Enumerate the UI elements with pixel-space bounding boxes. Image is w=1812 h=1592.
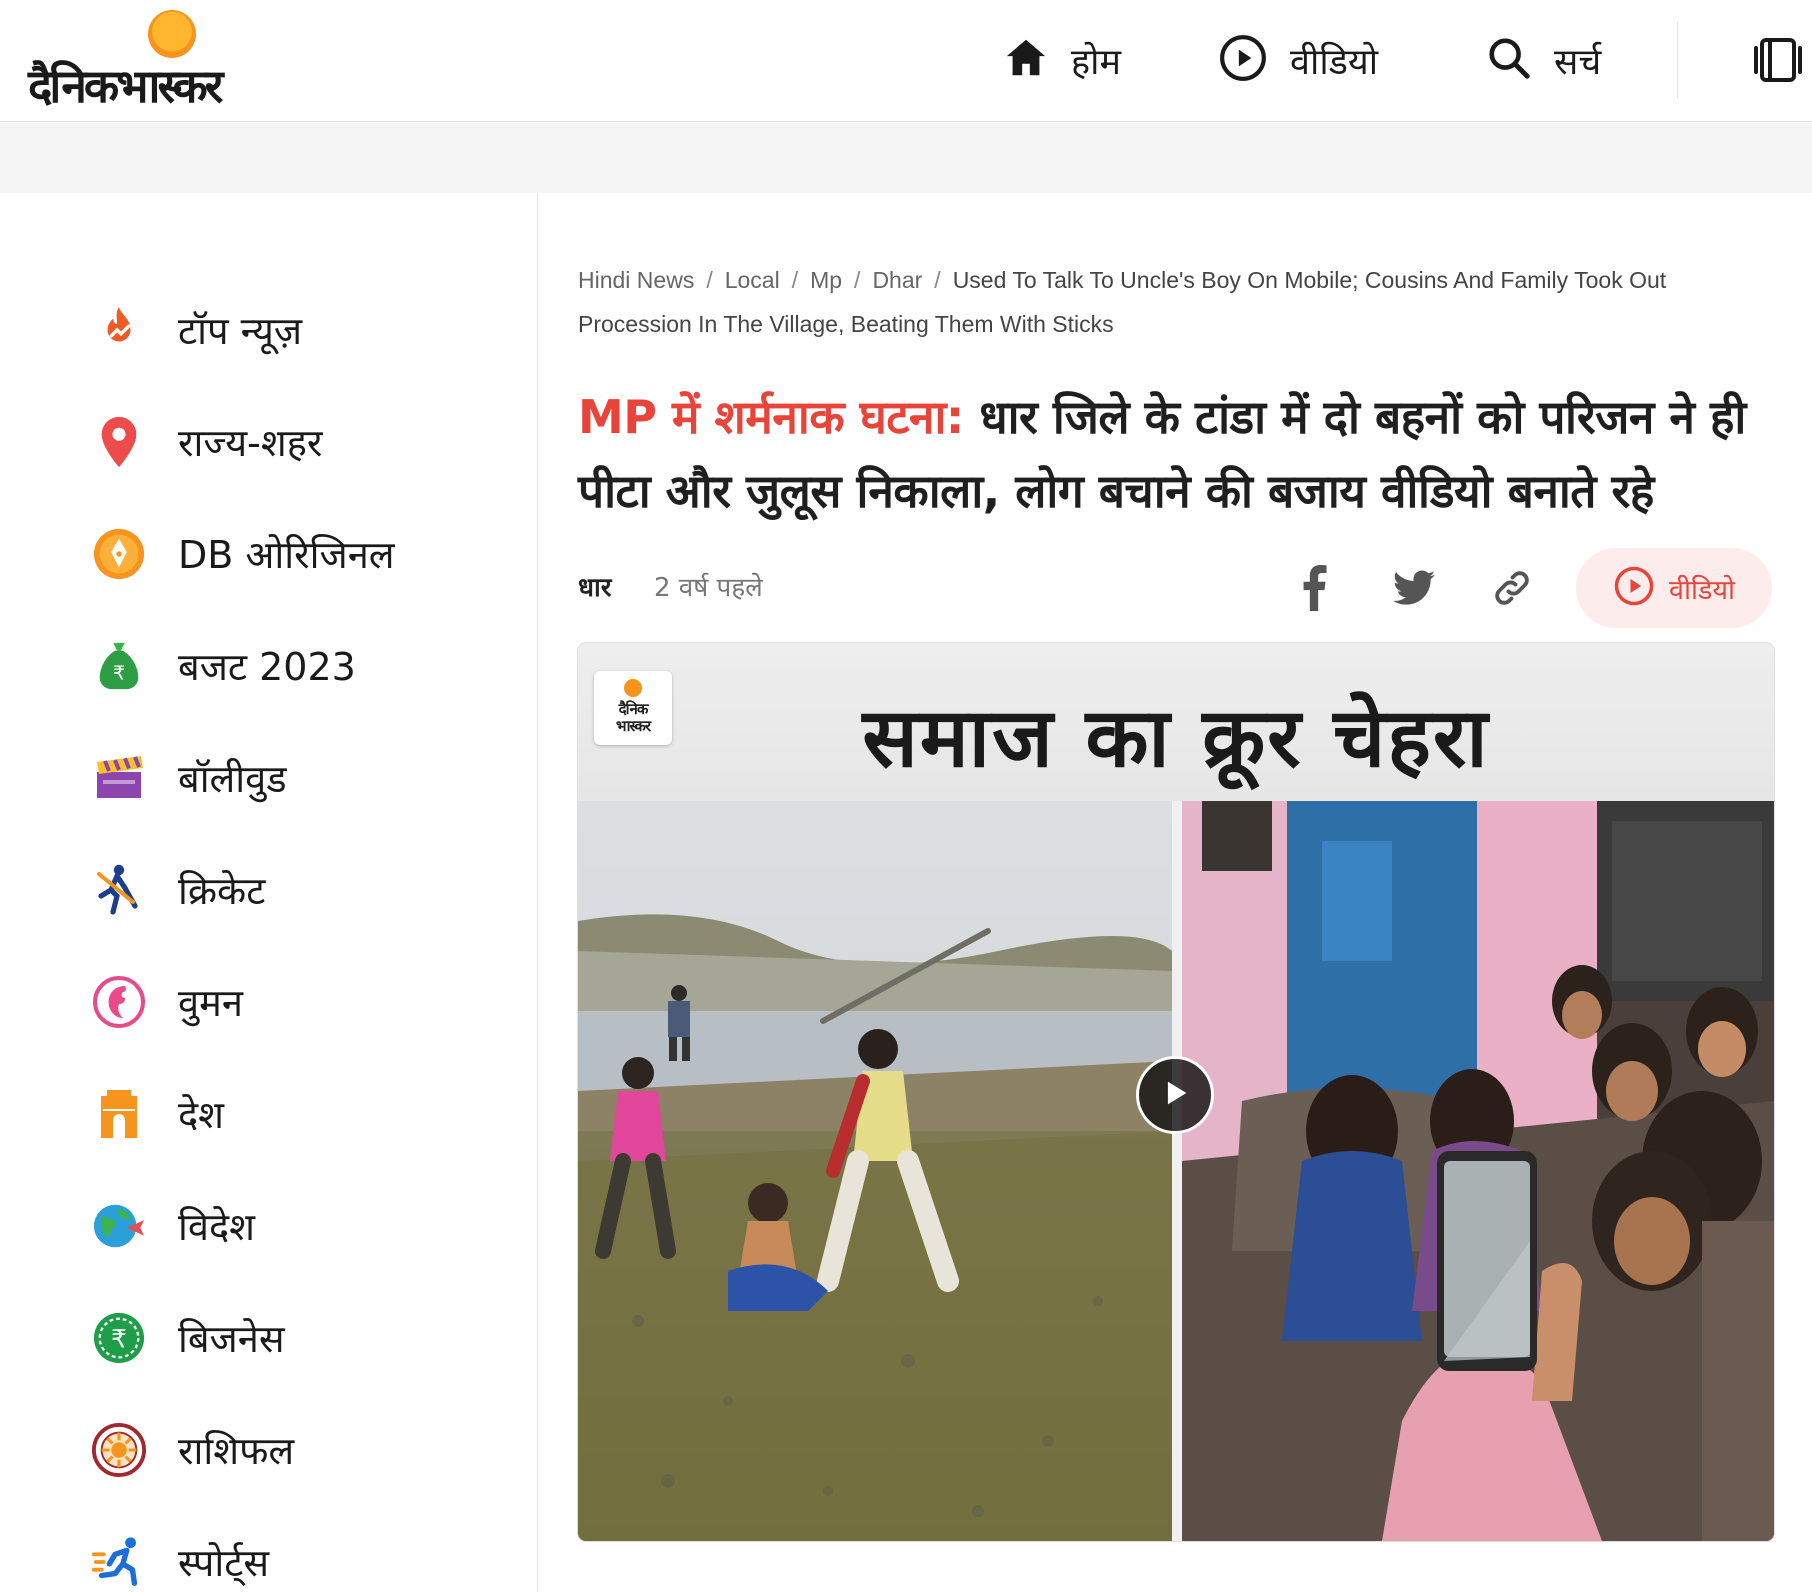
article-headline: MP में शर्मनाक घटना: धार जिले के टांडा म… bbox=[578, 380, 1778, 528]
dainik-bhaskar-logo[interactable]: दैनिकभास्कर bbox=[28, 8, 328, 113]
breadcrumb-link-mp[interactable]: Mp bbox=[810, 267, 842, 293]
play-circle-icon bbox=[1218, 33, 1268, 87]
sidebar-item-label: बॉलीवुड bbox=[178, 757, 287, 801]
sidebar-item-business[interactable]: ₹ बिजनेस bbox=[92, 1303, 285, 1373]
money-bag-icon: ₹ bbox=[92, 639, 146, 693]
nav-home[interactable]: होम bbox=[1003, 28, 1121, 92]
india-gate-icon bbox=[92, 1087, 146, 1141]
riverbank-scene-image bbox=[578, 801, 1172, 1541]
rupee-coin-icon: ₹ bbox=[92, 1311, 146, 1365]
sidebar-item-label: क्रिकेट bbox=[178, 869, 266, 913]
sidebar-item-label: DB ओरिजिनल bbox=[178, 533, 395, 577]
sidebar-item-horoscope[interactable]: राशिफल bbox=[92, 1415, 294, 1485]
sidebar-item-label: स्पोर्ट्स bbox=[178, 1541, 270, 1585]
breadcrumb: Hindi News / Local / Mp / Dhar / Used To Talk To… bbox=[578, 267, 1667, 337]
search-icon bbox=[1486, 35, 1532, 85]
thumbnail-title: समाज का क्रूर चेहरा bbox=[862, 691, 1490, 786]
nav-video[interactable]: वीडियो bbox=[1218, 28, 1378, 92]
sidebar-item-state-city[interactable]: राज्य-शहर bbox=[92, 407, 322, 477]
play-icon bbox=[1158, 1076, 1192, 1114]
sidebar-item-label: राज्य-शहर bbox=[178, 421, 323, 465]
ad-band bbox=[0, 123, 1812, 193]
sidebar-toggle-icon bbox=[1752, 38, 1804, 90]
home-icon bbox=[1003, 35, 1049, 85]
link-icon bbox=[1491, 567, 1533, 613]
sidebar-item-label: टॉप न्यूज़ bbox=[178, 309, 303, 353]
sidebar-item-label: वुमन bbox=[178, 981, 243, 1025]
crowd-scene-image bbox=[1182, 801, 1774, 1541]
location-pin-icon bbox=[92, 415, 146, 469]
svg-text:₹: ₹ bbox=[113, 662, 125, 685]
logo-sun-icon bbox=[148, 10, 196, 58]
play-circle-icon bbox=[1613, 565, 1655, 611]
sidebar-item-db-original[interactable]: DB ओरिजिनल bbox=[92, 519, 395, 589]
sidebar-item-sports[interactable]: स्पोर्ट्स bbox=[92, 1527, 269, 1592]
thumbnail-photo-left bbox=[578, 801, 1172, 1541]
sidebar-item-cricket[interactable]: क्रिकेट bbox=[92, 855, 265, 925]
thumbnail-photo-right bbox=[1182, 801, 1774, 1541]
fire-icon bbox=[92, 303, 146, 357]
article-location[interactable]: धार bbox=[578, 568, 611, 604]
sidebar-item-budget[interactable]: ₹ बजट 2023 bbox=[92, 631, 356, 701]
clapperboard-icon bbox=[92, 751, 146, 805]
breadcrumb-link-dhar[interactable]: Dhar bbox=[872, 267, 922, 293]
sidebar-item-label: विदेश bbox=[178, 1205, 255, 1249]
nav-search[interactable]: सर्च bbox=[1486, 28, 1601, 92]
nav-divider bbox=[1677, 22, 1678, 98]
sidebar-item-country[interactable]: देश bbox=[92, 1079, 224, 1149]
nav-home-label: होम bbox=[1071, 41, 1121, 83]
copy-link-button[interactable] bbox=[1482, 560, 1542, 620]
sidebar-item-label: देश bbox=[178, 1093, 225, 1137]
menu-toggle-button[interactable] bbox=[1752, 34, 1804, 86]
watch-video-button[interactable]: वीडियो bbox=[1576, 548, 1772, 628]
sidebar-item-woman[interactable]: वुमन bbox=[92, 967, 243, 1037]
woman-face-icon bbox=[92, 975, 146, 1029]
cricket-batsman-icon bbox=[92, 863, 146, 917]
headline-kicker: MP में शर्मनाक घटना: bbox=[578, 390, 964, 444]
svg-text:₹: ₹ bbox=[111, 1325, 127, 1354]
twitter-icon bbox=[1393, 570, 1435, 610]
runner-icon bbox=[92, 1535, 146, 1589]
facebook-icon bbox=[1299, 565, 1329, 615]
facebook-share-button[interactable] bbox=[1284, 560, 1344, 620]
breadcrumb-link-hindi-news[interactable]: Hindi News bbox=[578, 267, 694, 293]
sidebar-item-label: राशिफल bbox=[178, 1429, 295, 1473]
sidebar-item-world[interactable]: विदेश bbox=[92, 1191, 255, 1261]
thumbnail-divider bbox=[1172, 801, 1182, 1541]
sidebar-item-label: बिजनेस bbox=[178, 1317, 285, 1361]
sidebar-item-top-news[interactable]: टॉप न्यूज़ bbox=[92, 295, 302, 365]
sidebar: टॉप न्यूज़ राज्य-शहर DB ओरिजिनल ₹ बजट 20… bbox=[0, 193, 538, 1592]
pen-nib-icon bbox=[92, 527, 146, 581]
video-play-button[interactable] bbox=[1136, 1056, 1214, 1134]
logo-text: दैनिकभास्कर bbox=[28, 59, 223, 113]
watch-video-label: वीडियो bbox=[1668, 574, 1736, 606]
globe-plane-icon bbox=[92, 1199, 146, 1253]
thumbnail-title-bar: दैनिक भास्कर समाज का क्रूर चेहरा bbox=[578, 643, 1774, 801]
zodiac-wheel-icon bbox=[92, 1423, 146, 1477]
article-time: 2 वर्ष पहले bbox=[654, 573, 763, 603]
site-header: दैनिकभास्कर होम वीडियो सर्च bbox=[0, 0, 1812, 122]
twitter-share-button[interactable] bbox=[1384, 560, 1444, 620]
breadcrumb-link-local[interactable]: Local bbox=[725, 267, 780, 293]
nav-video-label: वीडियो bbox=[1290, 41, 1379, 83]
article-video-thumbnail[interactable]: दैनिक भास्कर समाज का क्रूर चेहरा bbox=[578, 643, 1774, 1541]
sidebar-item-bollywood[interactable]: बॉलीवुड bbox=[92, 743, 287, 813]
article-meta: धार 2 वर्ष पहले वीडियो bbox=[578, 548, 1778, 628]
sidebar-item-label: बजट 2023 bbox=[178, 645, 356, 689]
nav-search-label: सर्च bbox=[1554, 41, 1602, 83]
